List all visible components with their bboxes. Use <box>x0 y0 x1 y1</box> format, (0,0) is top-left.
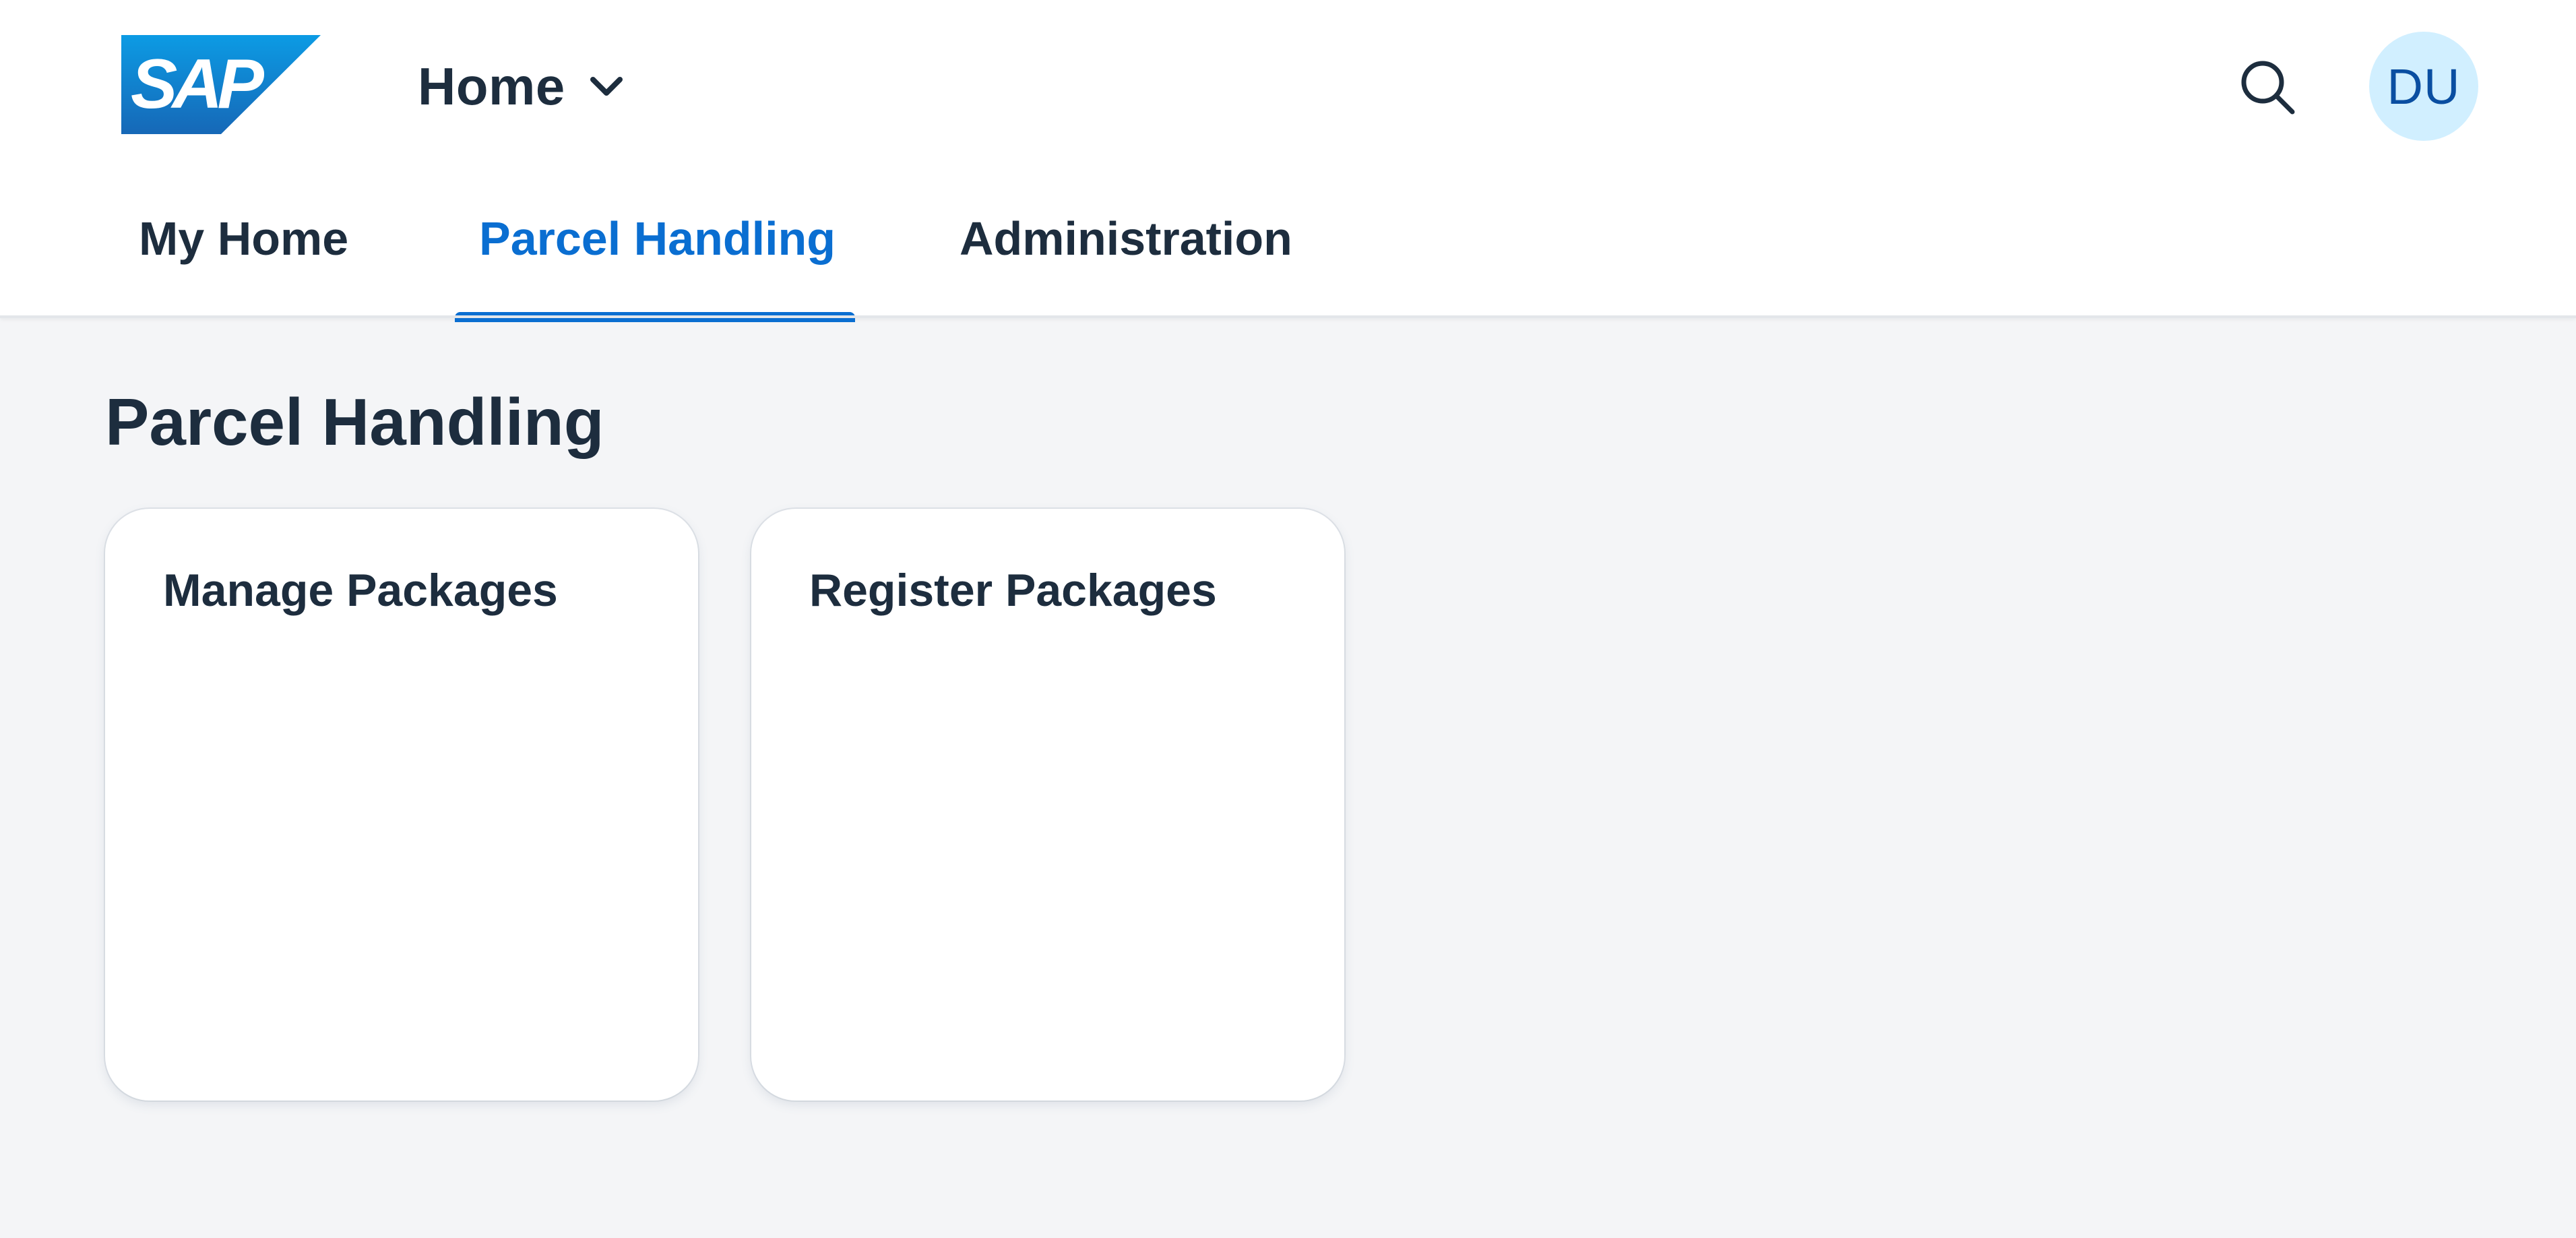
tile-register-packages[interactable]: Register Packages <box>751 509 1344 1101</box>
page-title: Parcel Handling <box>105 385 604 459</box>
shell-header: SAP Home DU My Home Parcel Handling Admi… <box>0 0 2576 322</box>
tile-manage-packages[interactable]: Manage Packages <box>105 509 698 1101</box>
sap-logo[interactable]: SAP <box>121 35 321 134</box>
avatar[interactable]: DU <box>2369 32 2478 141</box>
tab-bar: My Home Parcel Handling Administration <box>0 202 2576 322</box>
header-divider <box>0 315 2576 318</box>
tab-label: Parcel Handling <box>479 212 836 265</box>
svg-text:SAP: SAP <box>131 45 264 123</box>
tab-parcel-handling[interactable]: Parcel Handling <box>455 202 855 322</box>
tile-title: Register Packages <box>809 565 1217 616</box>
home-title: Home <box>418 56 565 116</box>
app-shell: SAP Home DU My Home Parcel Handling Admi… <box>0 0 2576 1238</box>
avatar-initials: DU <box>2387 58 2461 115</box>
tab-my-home[interactable]: My Home <box>115 202 371 317</box>
tab-label: My Home <box>139 212 349 265</box>
chevron-down-icon <box>588 73 625 100</box>
tab-label: Administration <box>960 212 1292 265</box>
tile-title: Manage Packages <box>163 565 558 616</box>
home-title-menu[interactable]: Home <box>418 53 625 120</box>
tab-administration[interactable]: Administration <box>935 202 1313 317</box>
search-icon[interactable] <box>2237 57 2299 119</box>
sap-logo-icon: SAP <box>121 35 321 134</box>
